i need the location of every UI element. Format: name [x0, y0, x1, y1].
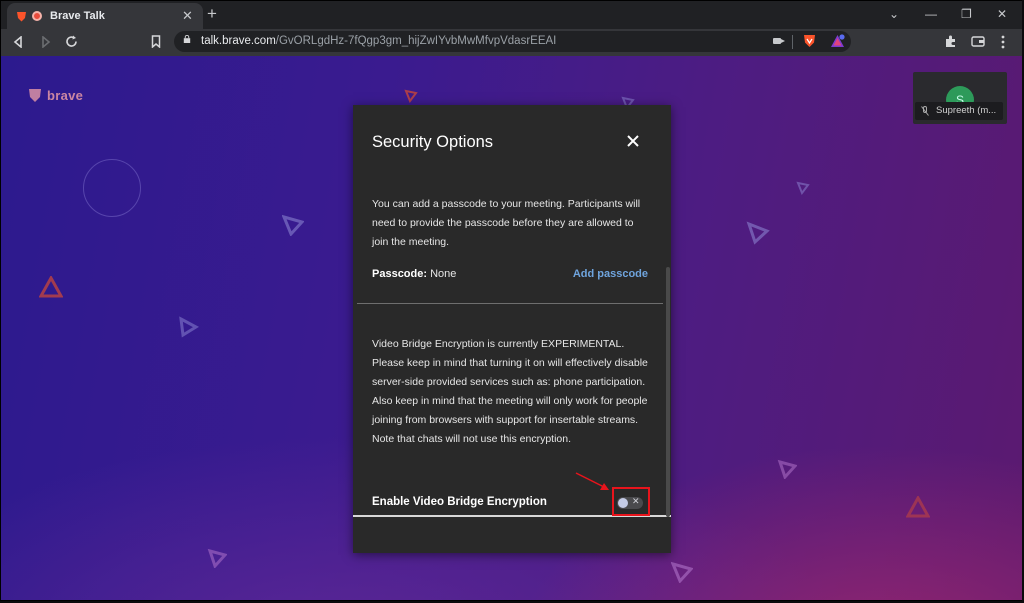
annotation-arrow-icon: [575, 472, 609, 490]
brave-shields-icon[interactable]: [803, 34, 816, 48]
participant-thumbnail[interactable]: S Supreeth (m...: [913, 72, 1007, 124]
extensions-icon[interactable]: [944, 35, 957, 48]
wallet-icon[interactable]: [971, 36, 985, 47]
forward-icon[interactable]: [41, 36, 51, 48]
reload-icon[interactable]: [65, 35, 78, 48]
close-icon[interactable]: [625, 133, 641, 149]
decorative-triangle-icon: [404, 89, 418, 103]
url-text[interactable]: talk.brave.com/GvORLgdHz-7fQgp3gm_hijZwI…: [201, 35, 556, 47]
camera-in-use-icon[interactable]: [773, 38, 785, 44]
tab-strip: Brave Talk ✕ + ⌄ — ❐ ✕: [1, 1, 1022, 29]
decorative-triangle-icon: [207, 548, 227, 568]
passcode-label: Passcode:: [372, 268, 428, 280]
recording-icon: [32, 11, 42, 21]
mic-muted-icon: [921, 106, 929, 116]
back-icon[interactable]: [13, 36, 23, 48]
decorative-triangle-icon: [39, 276, 63, 298]
decorative-circle: [83, 159, 141, 217]
menu-icon[interactable]: [1001, 35, 1005, 49]
participant-name: Supreeth (m...: [936, 105, 997, 116]
participant-name-bar: Supreeth (m...: [915, 102, 1003, 120]
passcode-description: You can add a passcode to your meeting. …: [372, 198, 641, 248]
dialog-title: Security Options: [372, 133, 494, 151]
brave-logo-text: brave: [47, 88, 84, 103]
restore-button[interactable]: ❐: [961, 7, 972, 21]
new-tab-button[interactable]: +: [207, 5, 217, 22]
section-divider: [357, 303, 663, 304]
dialog-scrollbar[interactable]: [666, 267, 670, 517]
lock-icon[interactable]: [183, 35, 191, 43]
minimize-button[interactable]: —: [925, 7, 937, 21]
encryption-description: Video Bridge Encryption is currently EXP…: [372, 338, 648, 445]
decorative-triangle-icon: [777, 459, 797, 479]
tab-title: Brave Talk: [50, 10, 105, 22]
url-host: talk.brave.com: [201, 35, 276, 47]
browser-toolbar: talk.brave.com/GvORLgdHz-7fQgp3gm_hijZwI…: [1, 29, 1022, 56]
passcode-row: Passcode: None Add passcode: [372, 268, 648, 284]
brave-logo: brave: [28, 88, 83, 103]
window-close-button[interactable]: ✕: [997, 7, 1007, 21]
brave-lion-icon: [17, 12, 26, 22]
add-passcode-link[interactable]: Add passcode: [573, 268, 648, 280]
toggle-highlight-box: [612, 487, 650, 516]
url-path: /GvORLgdHz-7fQgp3gm_hijZwIYvbMwMfvpVdasr…: [275, 35, 557, 47]
encryption-label: Enable Video Bridge Encryption: [372, 496, 547, 508]
decorative-triangle-icon: [906, 496, 930, 518]
passcode-value: None: [430, 268, 457, 280]
brave-lion-icon: [29, 89, 41, 102]
address-bar[interactable]: talk.brave.com/GvORLgdHz-7fQgp3gm_hijZwI…: [174, 31, 851, 52]
brave-rewards-icon[interactable]: [830, 34, 845, 48]
decorative-triangle-icon: [179, 316, 199, 338]
omnibox-separator: [792, 35, 793, 49]
decorative-triangle-icon: [671, 561, 693, 583]
tab-close-icon[interactable]: ✕: [182, 8, 193, 24]
decorative-triangle-icon: [796, 181, 810, 195]
tab-brave-talk[interactable]: Brave Talk ✕: [7, 3, 203, 29]
decorative-triangle-icon: [282, 214, 304, 236]
bookmark-icon[interactable]: [151, 35, 161, 48]
tab-search-icon[interactable]: ⌄: [889, 7, 899, 21]
decorative-triangle-icon: [746, 221, 770, 245]
security-options-dialog: Security Options You can add a passcode …: [353, 105, 671, 553]
